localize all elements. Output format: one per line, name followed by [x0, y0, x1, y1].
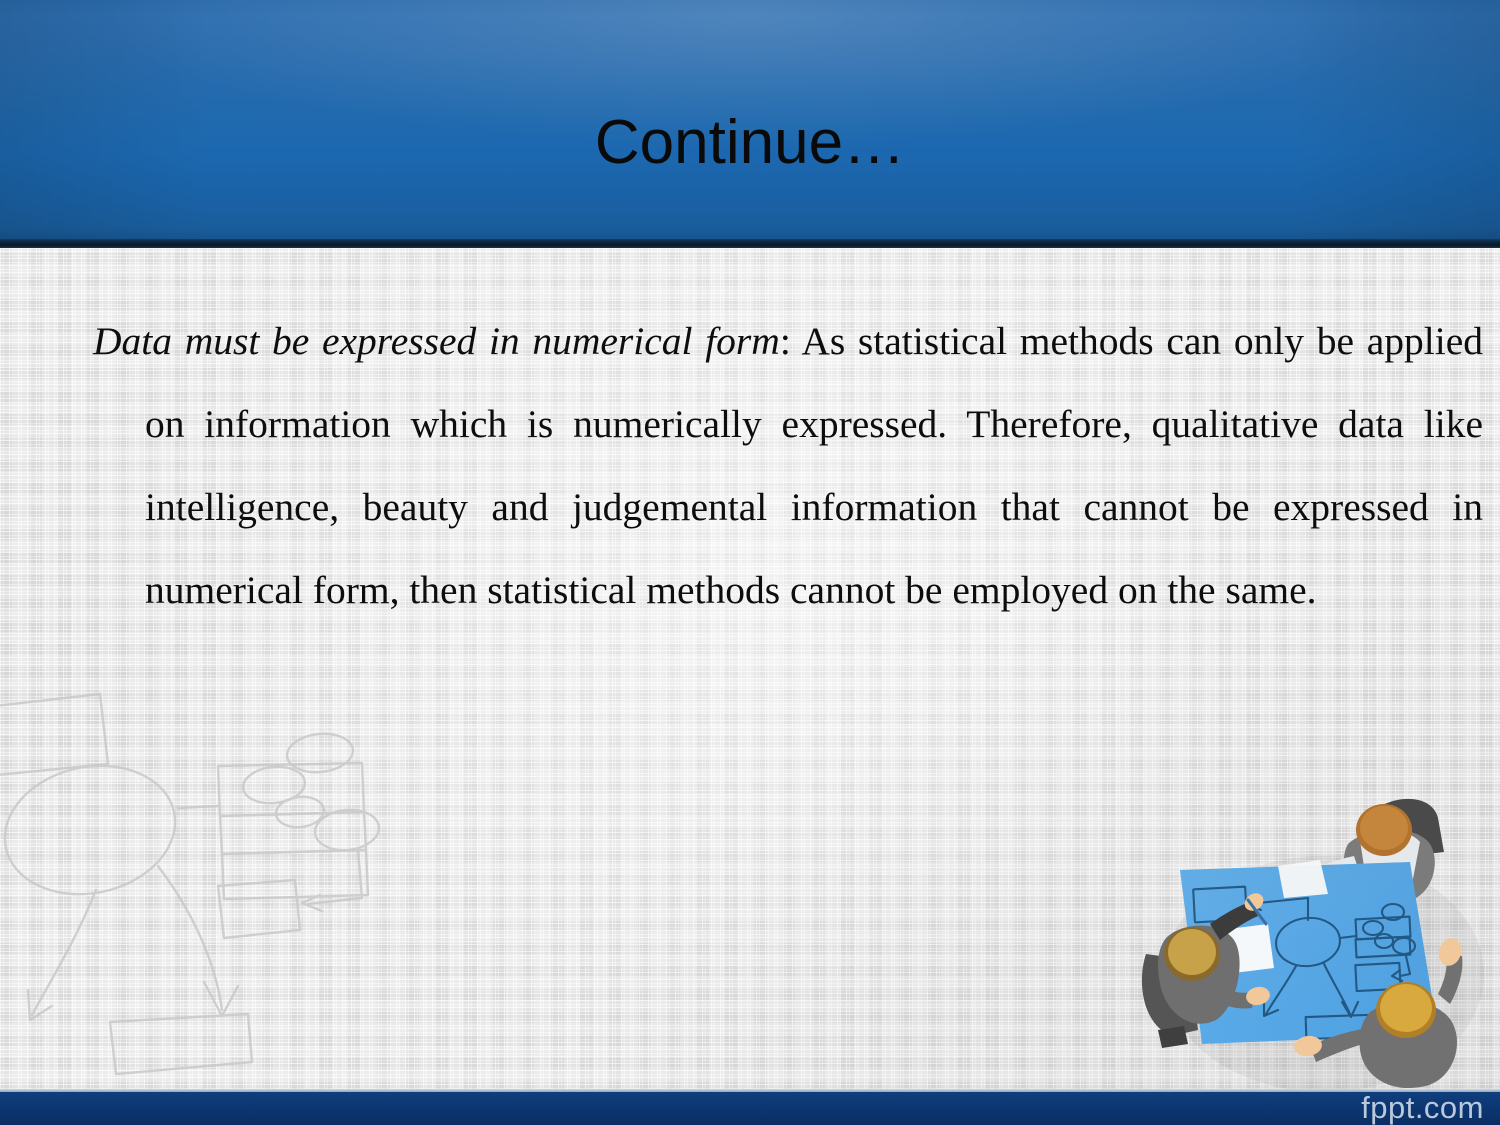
footer-brand-text: fppt.com: [1361, 1090, 1484, 1125]
footer-bar: [0, 1092, 1500, 1125]
header-bottom-edge: [0, 239, 1500, 248]
presentation-slide: Continue… Data must be expressed in nume…: [0, 0, 1500, 1125]
slide-body-text: Data must be expressed in numerical form…: [93, 300, 1483, 632]
slide-title: Continue…: [594, 108, 906, 177]
body-paragraph: Data must be expressed in numerical form…: [93, 300, 1483, 632]
body-lead-phrase: Data must be expressed in numerical form: [93, 319, 780, 363]
